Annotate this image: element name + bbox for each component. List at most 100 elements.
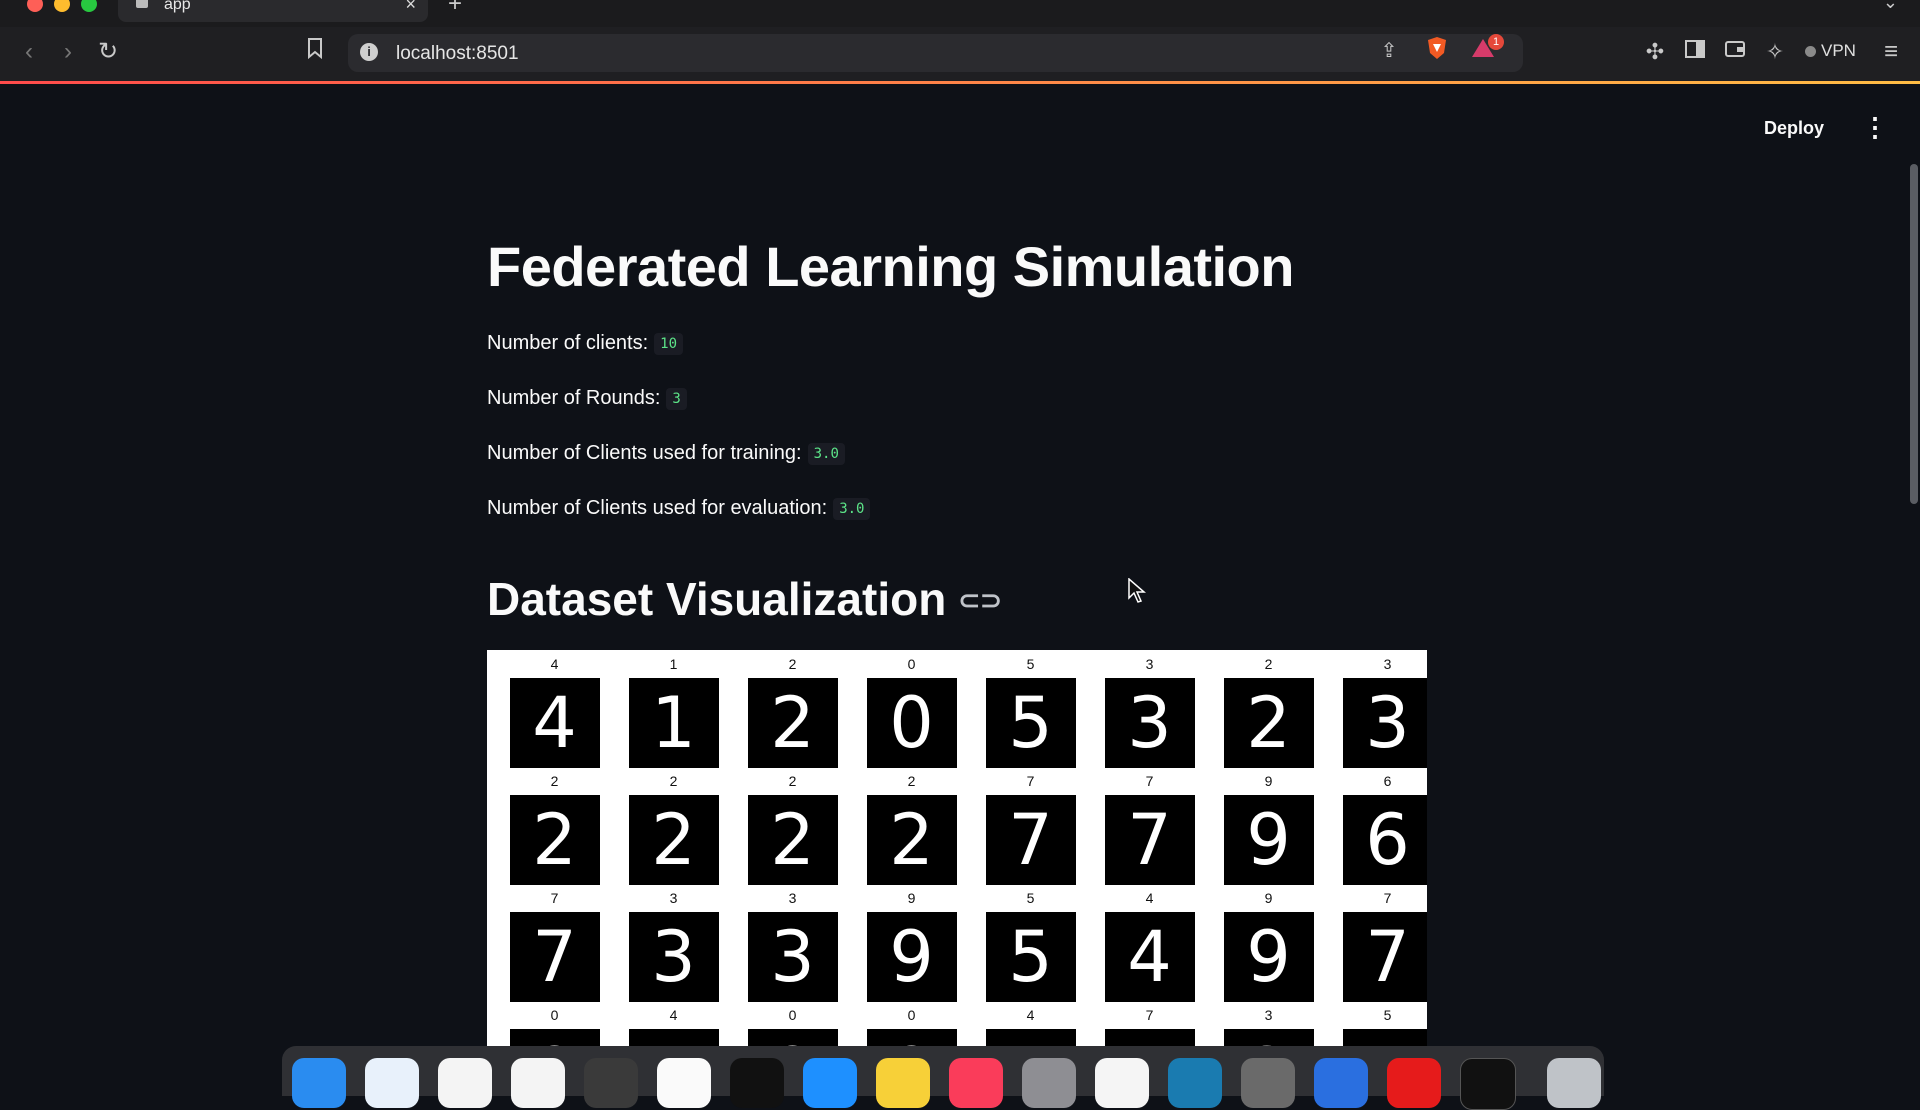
param-label: Number of clients: <box>487 332 649 354</box>
site-info-icon[interactable]: i <box>360 43 378 61</box>
digit-label: 9 <box>907 890 916 906</box>
browser-toolbar: ‹ › ↻ i localhost:8501 ⇪ 1 ✣ ✧ VPN ≡ <box>0 27 1920 81</box>
digit-label: 4 <box>1145 890 1154 906</box>
digit-cell: 22 <box>852 771 971 885</box>
reload-icon[interactable]: ↻ <box>93 37 123 67</box>
digit-label: 9 <box>1264 890 1273 906</box>
digit-image: 3 <box>1104 678 1195 768</box>
window-minimize-button[interactable] <box>54 0 70 12</box>
digit-cell: 00 <box>852 654 971 768</box>
digit-image: 2 <box>1223 678 1314 768</box>
messages-icon[interactable] <box>1314 1058 1368 1108</box>
digit-cell: 22 <box>733 654 852 768</box>
digit-cell: 55 <box>971 888 1090 1002</box>
digit-label: 4 <box>1026 1007 1035 1023</box>
digit-cell: 44 <box>614 1005 733 1050</box>
trash-icon[interactable] <box>1547 1058 1601 1108</box>
browser-tab-bar: app × + ⌄ <box>0 0 1920 27</box>
digit-label: 7 <box>1383 890 1392 906</box>
deploy-button[interactable]: Deploy <box>1764 118 1824 139</box>
system-settings-icon[interactable] <box>1022 1058 1076 1108</box>
digit-cell: 22 <box>495 771 614 885</box>
window-close-button[interactable] <box>27 0 43 12</box>
notes-icon[interactable] <box>876 1058 930 1108</box>
digit-image: 4 <box>1104 912 1195 1002</box>
digit-label: 3 <box>1264 1007 1273 1023</box>
page-title: Federated Learning Simulation <box>487 235 1294 298</box>
new-tab-button[interactable]: + <box>448 0 462 18</box>
sidebar-icon[interactable] <box>1680 37 1710 67</box>
digit-image: 9 <box>1223 912 1314 1002</box>
digit-image: 0 <box>866 678 957 768</box>
digit-cell: 99 <box>1209 888 1328 1002</box>
freeform-icon[interactable] <box>657 1058 711 1108</box>
digit-label: 2 <box>788 773 797 789</box>
forward-icon[interactable]: › <box>53 37 83 67</box>
param-value: 3.0 <box>807 443 845 465</box>
bookmark-icon[interactable] <box>300 37 330 67</box>
back-icon[interactable]: ‹ <box>14 37 44 67</box>
digit-cell: 44 <box>971 1005 1090 1050</box>
url-text: localhost:8501 <box>396 43 519 64</box>
digit-cell: 33 <box>614 888 733 1002</box>
youtube-icon[interactable] <box>1387 1058 1441 1108</box>
brave-shields-icon[interactable] <box>1422 36 1452 66</box>
digit-image: 7 <box>985 795 1076 885</box>
tab-search-chevron-icon[interactable]: ⌄ <box>1883 0 1898 13</box>
leo-ai-icon[interactable]: ✧ <box>1760 37 1790 67</box>
digit-cell: 77 <box>1090 771 1209 885</box>
music-icon[interactable] <box>949 1058 1003 1108</box>
tab-close-icon[interactable]: × <box>405 0 416 15</box>
vpn-status-icon <box>1805 46 1816 57</box>
main-menu-icon[interactable]: ⋮ <box>1862 112 1888 143</box>
param-value: 10 <box>654 333 684 355</box>
vpn-button[interactable]: VPN <box>1805 41 1856 61</box>
safari-icon[interactable] <box>365 1058 419 1108</box>
digit-label: 3 <box>669 890 678 906</box>
digit-label: 3 <box>788 890 797 906</box>
wallet-icon[interactable] <box>1720 37 1750 67</box>
digit-cell: 44 <box>1090 888 1209 1002</box>
finder-icon[interactable] <box>292 1058 346 1108</box>
digit-cell: 55 <box>1328 1005 1427 1050</box>
param-label: Number of Rounds: <box>487 387 661 409</box>
param-training-clients: Number of Clients used for training: 3.0 <box>487 442 845 465</box>
notes-app-icon[interactable] <box>584 1058 638 1108</box>
digit-image: 3 <box>628 912 719 1002</box>
digit-label: 0 <box>907 656 916 672</box>
window-zoom-button[interactable] <box>81 0 97 12</box>
digit-label: 2 <box>788 656 797 672</box>
mouse-cursor-icon <box>1128 578 1146 603</box>
xcode-icon[interactable] <box>803 1058 857 1108</box>
launchpad-icon[interactable] <box>1241 1058 1295 1108</box>
vscode-icon[interactable] <box>511 1058 565 1108</box>
terminal-icon[interactable] <box>1460 1058 1516 1110</box>
digit-image: 9 <box>1223 795 1314 885</box>
photos-icon[interactable] <box>1095 1058 1149 1108</box>
anchor-link-icon[interactable]: ⊂⊃ <box>958 585 1002 616</box>
digit-image: 3 <box>1342 678 1427 768</box>
browser-tab[interactable]: app × <box>118 0 428 22</box>
share-icon[interactable]: ⇪ <box>1374 36 1404 66</box>
terminal-app-icon[interactable] <box>730 1058 784 1108</box>
digit-cell: 66 <box>1328 771 1427 885</box>
digit-cell: 11 <box>614 654 733 768</box>
digit-cell: 22 <box>733 771 852 885</box>
address-bar[interactable]: i localhost:8501 ⇪ 1 <box>348 34 1523 72</box>
digit-grid-image: 4411220055332233222222227777996677333399… <box>487 650 1427 1050</box>
digit-image: 5 <box>985 678 1076 768</box>
page-scrollbar[interactable] <box>1910 164 1918 504</box>
digit-cell: 77 <box>1328 888 1427 1002</box>
digit-cell: 33 <box>733 888 852 1002</box>
digit-cell: 22 <box>1209 654 1328 768</box>
digit-label: 2 <box>1264 656 1273 672</box>
rewards-badge: 1 <box>1488 34 1504 50</box>
digit-image: 3 <box>747 912 838 1002</box>
digit-image: 2 <box>747 795 838 885</box>
digit-image: 2 <box>628 795 719 885</box>
menu-icon[interactable]: ≡ <box>1876 37 1906 67</box>
extensions-icon[interactable]: ✣ <box>1640 37 1670 67</box>
vpn-label: VPN <box>1821 41 1856 60</box>
brave-icon[interactable] <box>438 1058 492 1108</box>
app-icon[interactable] <box>1168 1058 1222 1108</box>
